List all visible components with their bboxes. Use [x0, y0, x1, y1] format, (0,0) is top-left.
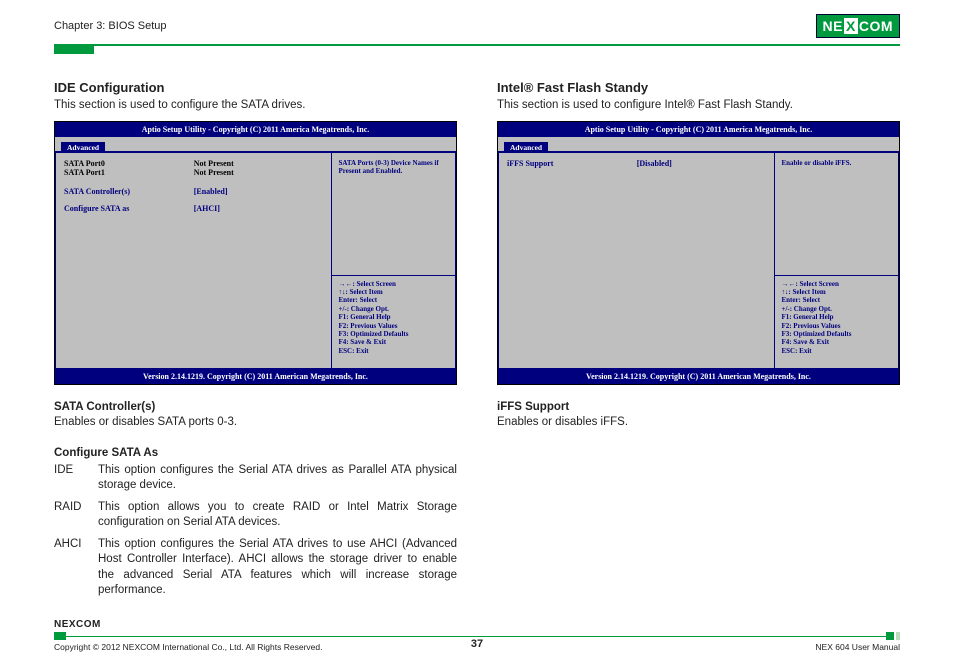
bios-key-hint: F3: Optimized Defaults [338, 330, 449, 338]
header-rule [54, 44, 900, 46]
bios-keys-help: →←: Select Screen↑↓: Select ItemEnter: S… [775, 276, 899, 369]
option-desc: This option configures the Serial ATA dr… [98, 463, 457, 494]
bios-setting-value: [Enabled] [194, 187, 324, 196]
bios-footer: Version 2.14.1219. Copyright (C) 2011 Am… [498, 369, 899, 384]
page-footer: NEXCOM Copyright © 2012 NEXCOM Internati… [54, 619, 900, 652]
logo-text-right: COM [859, 18, 893, 34]
bios-setting-row: Configure SATA as [AHCI] [64, 204, 323, 213]
footer-rule [54, 632, 900, 640]
bios-key-hint: ESC: Exit [338, 347, 449, 355]
option-key: AHCI [54, 537, 98, 599]
bios-settings-pane: iFFS Support [Disabled] [498, 152, 775, 369]
sub-title-iffs-support: iFFS Support [497, 401, 900, 413]
bios-key-hint: F3: Optimized Defaults [781, 330, 892, 338]
bios-body: iFFS Support [Disabled] Enable or disabl… [498, 151, 899, 369]
option-row: IDE This option configures the Serial AT… [54, 463, 457, 494]
bios-setting-label: iFFS Support [507, 159, 637, 168]
bios-keys-help: →←: Select Screen↑↓: Select ItemEnter: S… [332, 276, 456, 369]
bios-setting-row: SATA Controller(s) [Enabled] [64, 187, 323, 196]
bios-settings-pane: SATA Port0 Not Present SATA Port1 Not Pr… [55, 152, 332, 369]
bios-tabbar: Advanced [55, 137, 456, 151]
page-header: Chapter 3: BIOS Setup NEXCOM [0, 0, 954, 42]
bios-tabbar: Advanced [498, 137, 899, 151]
sub-desc-iffs-support: Enables or disables iFFS. [497, 415, 900, 431]
bios-setting-value: Not Present [194, 168, 324, 177]
footer-logo: NEXCOM [54, 619, 101, 630]
footer-copyright: Copyright © 2012 NEXCOM International Co… [54, 642, 322, 652]
bios-setting-row: iFFS Support [Disabled] [507, 159, 766, 168]
bios-help-pane: Enable or disable iFFS. →←: Select Scree… [775, 152, 899, 369]
section-desc-iffs: This section is used to configure Intel®… [497, 99, 900, 111]
bios-setting-value: [Disabled] [637, 159, 767, 168]
sub-title-sata-controller: SATA Controller(s) [54, 401, 457, 413]
bios-key-hint: Enter: Select [781, 296, 892, 304]
bios-body: SATA Port0 Not Present SATA Port1 Not Pr… [55, 151, 456, 369]
content: IDE Configuration This section is used t… [0, 54, 954, 605]
bios-key-hint: F1: General Help [338, 313, 449, 321]
footer-manual: NEX 604 User Manual [815, 642, 900, 652]
footer-accent-right2 [896, 632, 900, 640]
bios-key-hint: Enter: Select [338, 296, 449, 304]
bios-setting-label: SATA Port1 [64, 168, 194, 177]
bios-setting-row: SATA Port0 Not Present [64, 159, 323, 168]
bios-help-text: Enable or disable iFFS. [775, 152, 899, 276]
section-title-iffs: Intel® Fast Flash Standy [497, 80, 900, 95]
footer-accent-right [886, 632, 894, 640]
bios-panel-ide: Aptio Setup Utility - Copyright (C) 2011… [54, 121, 457, 385]
bios-footer: Version 2.14.1219. Copyright (C) 2011 Am… [55, 369, 456, 384]
bios-setting-label: SATA Controller(s) [64, 187, 194, 196]
bios-setting-value: Not Present [194, 159, 324, 168]
bios-title: Aptio Setup Utility - Copyright (C) 2011… [498, 122, 899, 137]
logo-text-left: NE [823, 18, 843, 34]
section-title-ide: IDE Configuration [54, 80, 457, 95]
bios-setting-label: SATA Port0 [64, 159, 194, 168]
right-column: Intel® Fast Flash Standy This section is… [497, 80, 900, 605]
option-desc: This option configures the Serial ATA dr… [98, 537, 457, 599]
bios-key-hint: ESC: Exit [781, 347, 892, 355]
logo-text-x: X [844, 18, 858, 34]
bios-key-hint: →←: Select Screen [781, 280, 892, 288]
bios-setting-label: Configure SATA as [64, 204, 194, 213]
bios-key-hint: ↑↓: Select Item [338, 288, 449, 296]
option-row: AHCI This option configures the Serial A… [54, 537, 457, 599]
bios-key-hint: F4: Save & Exit [338, 338, 449, 346]
bios-help-pane: SATA Ports (0-3) Device Names if Present… [332, 152, 456, 369]
footer-accent-left [54, 632, 66, 640]
bios-panel-iffs: Aptio Setup Utility - Copyright (C) 2011… [497, 121, 900, 385]
section-desc-ide: This section is used to configure the SA… [54, 99, 457, 111]
option-row: RAID This option allows you to create RA… [54, 500, 457, 531]
bios-key-hint: →←: Select Screen [338, 280, 449, 288]
bios-key-hint: F2: Previous Values [781, 322, 892, 330]
bios-setting-row: SATA Port1 Not Present [64, 168, 323, 177]
bios-title: Aptio Setup Utility - Copyright (C) 2011… [55, 122, 456, 137]
sub-title-configure-sata: Configure SATA As [54, 447, 457, 459]
sub-desc-sata-controller: Enables or disables SATA ports 0-3. [54, 415, 457, 431]
bios-help-text: SATA Ports (0-3) Device Names if Present… [332, 152, 456, 276]
bios-key-hint: ↑↓: Select Item [781, 288, 892, 296]
bios-key-hint: F1: General Help [781, 313, 892, 321]
option-desc: This option allows you to create RAID or… [98, 500, 457, 531]
bios-key-hint: F4: Save & Exit [781, 338, 892, 346]
bios-key-hint: F2: Previous Values [338, 322, 449, 330]
left-column: IDE Configuration This section is used t… [54, 80, 457, 605]
bios-setting-value: [AHCI] [194, 204, 324, 213]
header-tab-accent [54, 46, 94, 54]
option-key: RAID [54, 500, 98, 531]
nexcom-logo: NEXCOM [816, 14, 900, 38]
bios-key-hint: +/-: Change Opt. [338, 305, 449, 313]
configure-sata-options: IDE This option configures the Serial AT… [54, 463, 457, 599]
chapter-title: Chapter 3: BIOS Setup [54, 20, 167, 32]
option-key: IDE [54, 463, 98, 494]
bios-key-hint: +/-: Change Opt. [781, 305, 892, 313]
